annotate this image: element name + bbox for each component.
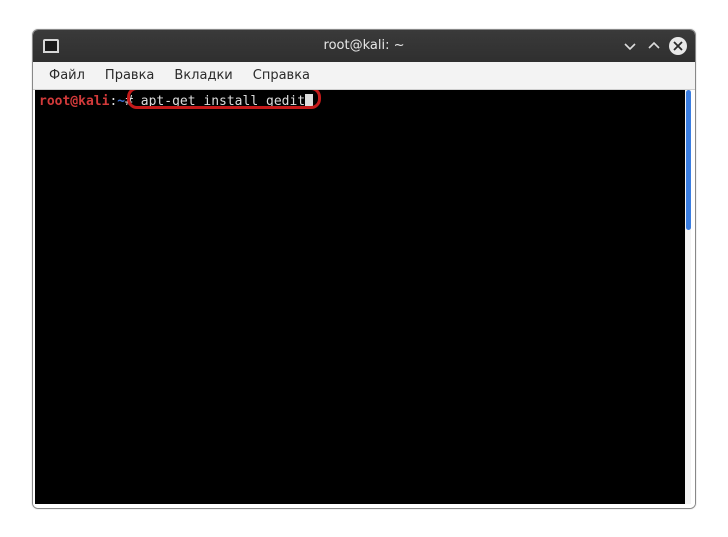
close-icon xyxy=(673,41,683,51)
menu-help[interactable]: Справка xyxy=(243,64,320,87)
menubar: Файл Правка Вкладки Справка xyxy=(33,62,695,90)
minimize-button[interactable] xyxy=(621,37,639,55)
menu-edit[interactable]: Правка xyxy=(95,64,164,87)
close-button[interactable] xyxy=(669,37,687,55)
window-title: root@kali: ~ xyxy=(33,38,695,53)
titlebar: root@kali: ~ xyxy=(33,30,695,62)
window-controls xyxy=(621,37,695,55)
terminal-window: root@kali: ~ Файл Правка Вкладки Справка… xyxy=(32,29,696,509)
maximize-button[interactable] xyxy=(645,37,663,55)
chevron-down-icon xyxy=(623,39,637,53)
terminal-area[interactable]: root@kali:~# apt-get install gedit xyxy=(35,90,685,504)
command-text: apt-get install gedit xyxy=(141,94,305,109)
scrollbar[interactable] xyxy=(685,90,691,504)
menu-file[interactable]: Файл xyxy=(39,64,95,87)
prompt-user-host: root@kali xyxy=(39,94,109,109)
menu-tabs[interactable]: Вкладки xyxy=(164,64,242,87)
scrollbar-thumb[interactable] xyxy=(686,90,691,230)
chevron-up-icon xyxy=(647,39,661,53)
prompt-path: ~ xyxy=(117,94,125,109)
terminal-wrapper: root@kali:~# apt-get install gedit xyxy=(33,90,695,508)
terminal-app-icon xyxy=(43,39,59,53)
cursor xyxy=(305,94,313,108)
prompt-symbol: # xyxy=(125,94,133,109)
